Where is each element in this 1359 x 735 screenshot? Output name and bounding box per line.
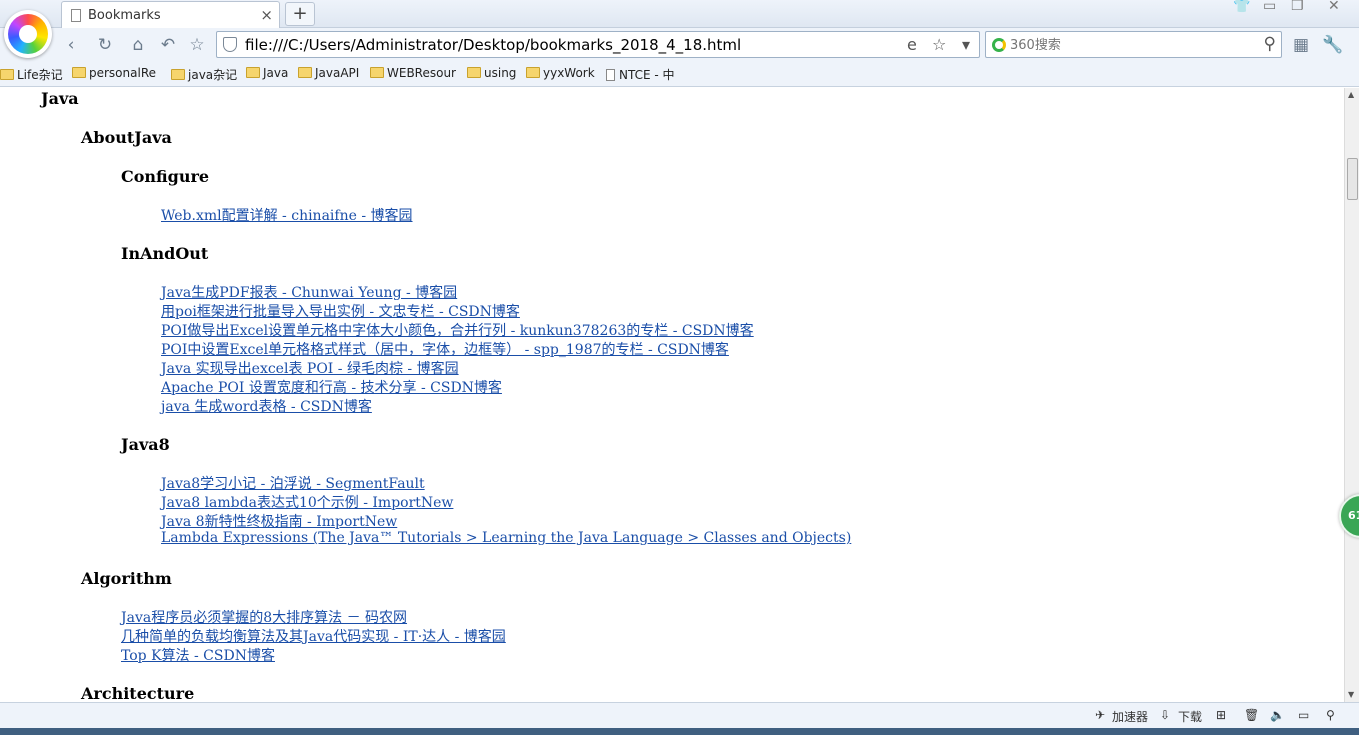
scroll-up-icon[interactable]: ▲ xyxy=(1348,90,1354,99)
zoom-icon[interactable]: ⚲ xyxy=(1326,708,1335,722)
new-tab-button[interactable]: + xyxy=(285,2,315,26)
folder-icon xyxy=(171,69,185,80)
scroll-down-icon[interactable]: ▼ xyxy=(1348,690,1354,699)
bookmark-link[interactable]: POI中设置Excel单元格格式样式（居中，字体，边框等） - spp_1987… xyxy=(161,339,729,359)
heading-inandout: InAndOut xyxy=(121,244,209,263)
heading-aboutjava: AboutJava xyxy=(81,128,172,147)
bookmark-folder[interactable]: using xyxy=(467,66,516,80)
bookmark-folder[interactable]: Java xyxy=(246,66,288,80)
sound-icon[interactable]: 🔈 xyxy=(1270,708,1285,722)
accelerator-icon: ✈ xyxy=(1095,708,1106,722)
tab-strip: Bookmarks × + 👕 ▭ ❐ ✕ xyxy=(0,0,1359,28)
bookmark-folder[interactable]: WEBResour xyxy=(370,66,456,80)
tab-bookmarks[interactable]: Bookmarks × xyxy=(61,1,280,28)
page-content: Java AboutJava Configure Web.xml配置详解 - c… xyxy=(0,88,1344,702)
vertical-scrollbar[interactable]: ▲ ▼ xyxy=(1344,88,1359,702)
heading-architecture: Architecture xyxy=(81,684,195,702)
page-icon xyxy=(71,9,81,22)
os-taskbar xyxy=(0,728,1359,735)
heading-algorithm: Algorithm xyxy=(81,569,172,588)
maximize-icon[interactable]: ❐ xyxy=(1291,0,1304,14)
bookmark-folder[interactable]: personalRe xyxy=(72,66,156,80)
bookmark-link[interactable]: Java 8新特性终极指南 - ImportNew xyxy=(161,511,397,531)
minimize-icon[interactable]: ▭ xyxy=(1263,0,1276,14)
search-box[interactable]: ⚲ xyxy=(985,31,1282,58)
screenshot-icon[interactable]: ⊞ xyxy=(1216,708,1226,722)
bookmark-link[interactable]: Java8学习小记 - 泊浮说 - SegmentFault xyxy=(161,473,425,493)
bookmark-link[interactable]: 几种简单的负载均衡算法及其Java代码实现 - IT·达人 - 博客园 xyxy=(121,626,506,646)
undo-close-icon[interactable]: ↶ xyxy=(157,34,179,56)
bookmark-link[interactable]: POI做导出Excel设置单元格中字体大小颜色，合并行列 - kunkun378… xyxy=(161,320,754,340)
search-engine-icon xyxy=(992,38,1006,52)
bookmark-link[interactable]: Lambda Expressions (The Java™ Tutorials … xyxy=(161,530,851,546)
back-icon[interactable]: ‹ xyxy=(60,34,82,56)
bookmark-link[interactable]: Java程序员必须掌握的8大排序算法 － 码农网 xyxy=(121,607,407,627)
search-input[interactable] xyxy=(1010,35,1250,55)
trash-icon[interactable]: 🗑 xyxy=(1244,708,1259,722)
heading-configure: Configure xyxy=(121,167,210,186)
bookmark-folder[interactable]: java杂记 xyxy=(171,66,237,83)
scroll-thumb[interactable] xyxy=(1347,158,1358,200)
window-icon[interactable]: ▭ xyxy=(1298,708,1309,722)
address-bar[interactable]: file:///C:/Users/Administrator/Desktop/b… xyxy=(216,31,980,58)
bookmark-link[interactable]: Java8 lambda表达式10个示例 - ImportNew xyxy=(161,492,453,512)
address-url[interactable]: file:///C:/Users/Administrator/Desktop/b… xyxy=(245,36,741,54)
folder-icon xyxy=(467,67,481,78)
bookmark-link[interactable]: Apache POI 设置宽度和行高 - 技术分享 - CSDN博客 xyxy=(161,377,502,397)
refresh-icon[interactable]: ↻ xyxy=(94,34,116,56)
favorite-icon[interactable]: ☆ xyxy=(932,35,946,54)
folder-icon xyxy=(298,67,312,78)
bookmark-folder[interactable]: Life杂记 xyxy=(0,66,63,83)
page-icon xyxy=(606,69,615,81)
apps-grid-icon[interactable]: ▦ xyxy=(1290,34,1312,56)
bookmarks-bar: Life杂记 personalRe java杂记 Java JavaAPI WE… xyxy=(0,61,1359,87)
tools-icon[interactable]: 🔧 xyxy=(1322,34,1344,56)
heading-java8: Java8 xyxy=(121,435,170,454)
bookmark-page[interactable]: NTCE - 中 xyxy=(606,66,675,83)
download-icon: ⇩ xyxy=(1160,708,1171,722)
skin-icon[interactable]: 👕 xyxy=(1233,0,1250,14)
accelerator-button[interactable]: 加速器 xyxy=(1112,708,1148,725)
bookmark-link[interactable]: Top K算法 - CSDN博客 xyxy=(121,645,275,665)
folder-icon xyxy=(72,67,86,78)
bookmark-link[interactable]: java 生成word表格 - CSDN博客 xyxy=(161,396,372,416)
bookmark-folder[interactable]: yyxWork xyxy=(526,66,595,80)
bookmark-link[interactable]: Java生成PDF报表 - Chunwai Yeung - 博客园 xyxy=(161,282,457,302)
ie-mode-icon[interactable]: e xyxy=(907,35,917,54)
tab-title: Bookmarks xyxy=(88,8,161,23)
search-icon[interactable]: ⚲ xyxy=(1264,34,1276,54)
tab-close-icon[interactable]: × xyxy=(260,6,273,24)
bookmark-folder[interactable]: JavaAPI xyxy=(298,66,359,80)
heading-java: Java xyxy=(41,89,79,108)
folder-icon xyxy=(526,67,540,78)
folder-icon xyxy=(0,69,14,80)
download-button[interactable]: 下载 xyxy=(1178,708,1202,725)
bookmark-link[interactable]: Java 实现导出excel表 POI - 绿毛肉棕 - 博客园 xyxy=(161,358,459,378)
nav-toolbar: ‹ ↻ ⌂ ↶ ☆ file:///C:/Users/Administrator… xyxy=(0,28,1359,61)
folder-icon xyxy=(370,67,384,78)
chevron-down-icon[interactable]: ▾ xyxy=(962,35,970,54)
bookmark-link[interactable]: Web.xml配置详解 - chinaifne - 博客园 xyxy=(161,205,413,225)
star-icon[interactable]: ☆ xyxy=(186,34,208,56)
security-shield-icon xyxy=(223,37,237,52)
browser-logo[interactable] xyxy=(4,10,52,58)
bookmark-link[interactable]: 用poi框架进行批量导入导出实例 - 文忠专栏 - CSDN博客 xyxy=(161,301,520,321)
home-icon[interactable]: ⌂ xyxy=(127,34,149,56)
folder-icon xyxy=(246,67,260,78)
status-bar: ✈ 加速器 ⇩ 下载 ⊞ 🗑 🔈 ▭ ⚲ xyxy=(0,702,1359,728)
close-icon[interactable]: ✕ xyxy=(1328,0,1340,14)
